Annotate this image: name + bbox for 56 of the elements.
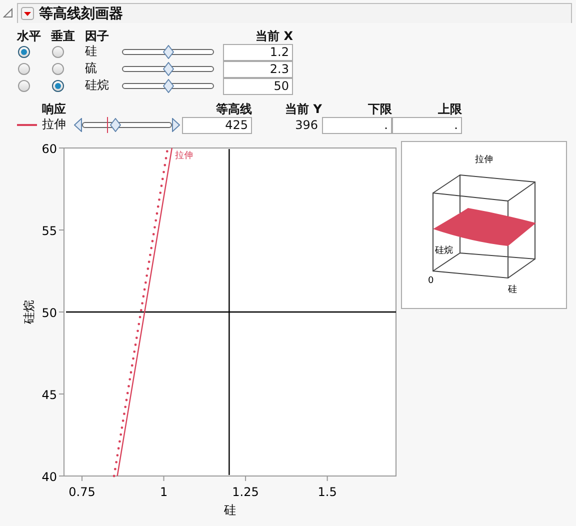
column-header: 响应	[42, 102, 67, 116]
axis-tick-label: 40	[42, 470, 57, 484]
axis-tick-label: 1.5	[318, 485, 337, 499]
slider[interactable]	[122, 44, 214, 60]
axis-title: 硅烷	[22, 300, 36, 324]
panel-title: 等高线刻画器	[39, 4, 123, 22]
column-header: 下限	[367, 102, 392, 116]
axis-tick-label: 50	[42, 306, 57, 320]
axis-tick-label: 1.25	[232, 485, 259, 499]
factor-name: 硅烷	[85, 77, 109, 94]
contour-label: 拉伸	[174, 151, 193, 161]
slider-thumb[interactable]	[163, 44, 174, 58]
axis-tick-label: 45	[42, 388, 57, 402]
upper-limit-field[interactable]: .	[392, 116, 462, 134]
slider-thumb[interactable]	[163, 78, 174, 92]
slider-thumb[interactable]	[163, 62, 174, 76]
plot-title: 拉伸	[475, 155, 493, 165]
radio-button[interactable]	[52, 80, 64, 92]
axis-label: 0	[428, 276, 434, 286]
value-field[interactable]: 50	[223, 78, 293, 94]
contour-field[interactable]: 425	[182, 116, 252, 134]
axis-tick-label: 1	[160, 485, 168, 499]
axis-tick-label: 60	[42, 142, 57, 156]
slider-end-icon[interactable]	[172, 118, 180, 132]
radio-button[interactable]	[18, 46, 30, 58]
slider-thumb[interactable]	[110, 118, 122, 132]
radio-button[interactable]	[52, 62, 64, 74]
factor-name: 硅	[85, 43, 97, 60]
lower-limit-field[interactable]: .	[322, 116, 392, 134]
radio-button[interactable]	[52, 46, 64, 58]
column-header: 等高线	[215, 102, 252, 116]
column-header: 上限	[437, 102, 462, 116]
axis-tick-label: 0.75	[68, 485, 96, 499]
axis-title: 硅	[224, 503, 236, 517]
column-header: 当前 Y	[284, 102, 322, 116]
slider-end-icon[interactable]	[74, 118, 82, 132]
column-header: 水平	[17, 29, 42, 43]
value-field[interactable]: 2.3	[223, 60, 293, 78]
dropdown-icon[interactable]	[21, 7, 34, 20]
axis-tick-label: 55	[42, 224, 57, 238]
range-slider[interactable]	[74, 116, 180, 132]
factor-name: 硫	[85, 60, 97, 77]
radio-button[interactable]	[18, 62, 30, 74]
axis-label: 硅	[508, 285, 517, 295]
axis-label: 硅烷	[435, 246, 453, 256]
value-field[interactable]: 1.2	[223, 44, 293, 60]
disclosure-icon[interactable]	[3, 8, 13, 18]
slider[interactable]	[122, 78, 214, 94]
slider[interactable]	[122, 60, 214, 76]
current-y-value: 396	[294, 118, 319, 132]
response-name: 拉伸	[42, 116, 66, 133]
column-header: 因子	[85, 29, 110, 43]
column-header: 当前 X	[254, 29, 293, 43]
current-marker	[107, 116, 108, 132]
column-header: 垂直	[51, 29, 76, 43]
radio-button[interactable]	[18, 80, 30, 92]
